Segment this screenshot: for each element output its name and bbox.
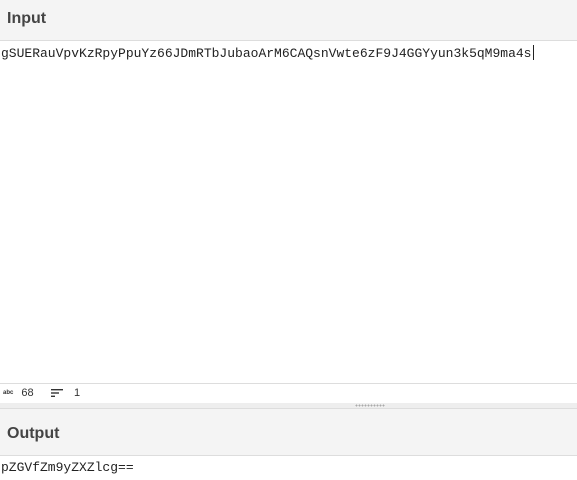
abc-icon: abc — [3, 390, 14, 396]
length-status: abc 68 — [3, 387, 34, 399]
output-textarea[interactable]: pZGVfZm9yZXZlcg== — [0, 456, 577, 480]
output-panel-header: Output — [0, 408, 577, 456]
input-text[interactable]: gSUERauVpvKzRpyPpuYz66JDmRTbJubaoArM6CAQ… — [1, 45, 534, 61]
input-status-bar: abc 68 1 — [0, 383, 577, 403]
input-title: Input — [7, 10, 47, 27]
lines-status: 1 — [51, 387, 80, 399]
text-caret — [532, 45, 534, 60]
length-value: 68 — [21, 387, 34, 399]
input-value: gSUERauVpvKzRpyPpuYz66JDmRTbJubaoArM6CAQ… — [1, 46, 532, 61]
sort-lines-icon — [51, 389, 63, 397]
output-value: pZGVfZm9yZXZlcg== — [1, 460, 134, 475]
input-textarea[interactable]: gSUERauVpvKzRpyPpuYz66JDmRTbJubaoArM6CAQ… — [0, 41, 577, 383]
output-title: Output — [7, 425, 60, 442]
lines-value: 1 — [74, 387, 81, 399]
input-panel-header: Input — [0, 0, 577, 41]
grip-icon — [355, 404, 385, 407]
